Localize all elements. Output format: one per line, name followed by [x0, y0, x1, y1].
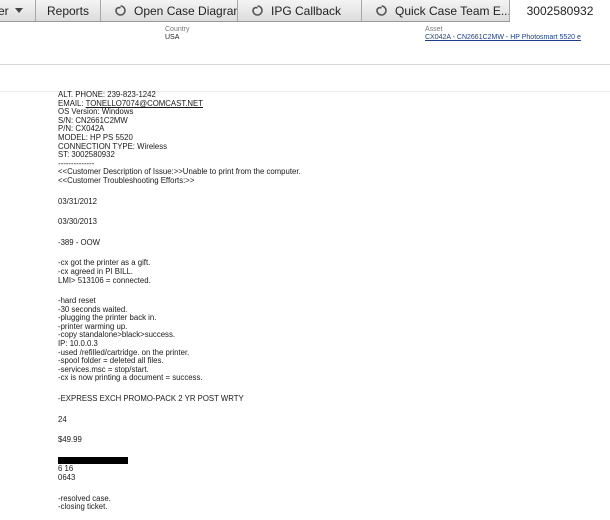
- tab-partial-label: er: [0, 3, 9, 18]
- tab-ipg-callback-label: IPG Callback: [271, 3, 342, 18]
- cvv-line: 0643: [58, 473, 76, 482]
- tab-quick-case-team-label: Quick Case Team E...: [395, 3, 510, 18]
- asset-label: Asset: [425, 26, 443, 33]
- qty-line: 24: [58, 414, 67, 424]
- app-swirl-icon: [252, 5, 263, 16]
- troubleshooting-heading: <<Customer Troubleshooting Efforts:>>: [58, 175, 195, 185]
- step-line: -hard reset: [58, 296, 96, 306]
- price-line: $49.99: [58, 435, 82, 445]
- serial-number: S/N: CN2661C2MW: [58, 115, 128, 125]
- tab-ipg-callback[interactable]: IPG Callback: [238, 0, 362, 21]
- exp-line: 6 16: [58, 464, 74, 474]
- case-info-strip: Country USA Asset CX042A - CN2661C2MW - …: [0, 22, 610, 65]
- redacted-line: [58, 457, 598, 466]
- step-line: -cx is now printing a document = success…: [58, 373, 203, 383]
- part-number: P/N: CX042A: [58, 124, 105, 134]
- app-swirl-icon: [115, 5, 126, 16]
- country-field: Country USA: [165, 26, 190, 41]
- case-notes: ALT. PHONE: 239-823-1242 EMAIL: TONELLO7…: [58, 91, 598, 520]
- connection-type: CONNECTION TYPE: Wireless: [58, 141, 168, 151]
- country-value: USA: [165, 34, 180, 41]
- asset-field: Asset CX042A - CN2661C2MW - HP Photosmar…: [425, 26, 610, 41]
- chevron-down-icon[interactable]: [14, 8, 23, 13]
- tab-open-case-diagram-label: Open Case Diagram: [134, 3, 238, 18]
- tab-reports[interactable]: Reports: [36, 0, 101, 21]
- resolved-line: -resolved case.: [58, 493, 111, 503]
- gift-line: -cx got the printer as a gift.: [58, 258, 151, 268]
- email-line: EMAIL: TONELLO7074@COMCAST.NET: [58, 99, 598, 109]
- tab-open-case-diagram[interactable]: Open Case Diagram: [101, 0, 238, 21]
- closing-line: -closing ticket.: [58, 502, 108, 512]
- tab-quick-case-team[interactable]: Quick Case Team E...: [362, 0, 510, 21]
- promo-line: -EXPRESS EXCH PROMO-PACK 2 YR POST WRTY: [58, 394, 244, 404]
- step-line: -copy standalone>black>success.: [58, 330, 176, 340]
- tab-case-3002580932[interactable]: 3002580932: [510, 0, 610, 22]
- date-line: 03/30/2013: [58, 217, 98, 227]
- step-line: -plugging the printer back in.: [58, 313, 157, 323]
- date-line: 03/31/2012: [58, 196, 98, 206]
- country-label: Country: [165, 26, 190, 33]
- tab-reports-label: Reports: [46, 3, 90, 18]
- os-version: OS Version: Windows: [58, 107, 134, 117]
- st-number: ST: 3002580932: [58, 150, 115, 160]
- lmi-line: LMI> 513106 = connected.: [58, 275, 151, 285]
- tab-case-label: 3002580932: [526, 3, 594, 18]
- tab-bar: er Reports Open Case Diagram IPG Callbac…: [0, 0, 610, 22]
- code-line: -389 - OOW: [58, 237, 101, 247]
- redaction-bar: [58, 457, 128, 465]
- tab-partial[interactable]: er: [0, 0, 36, 21]
- asset-link[interactable]: CX042A - CN2661C2MW - HP Photosmart 5520…: [425, 34, 610, 41]
- app-swirl-icon: [376, 5, 387, 16]
